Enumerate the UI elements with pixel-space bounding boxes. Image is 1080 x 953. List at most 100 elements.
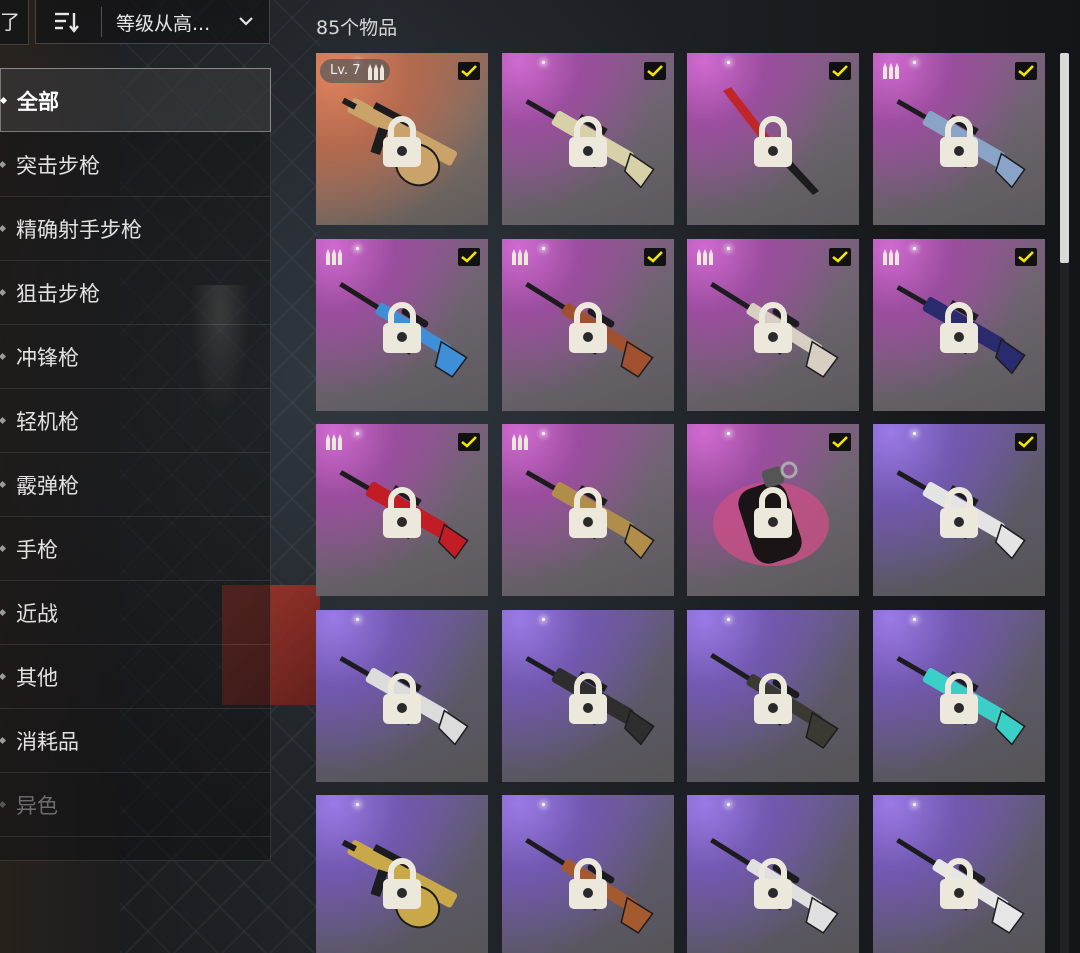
lock-icon bbox=[939, 116, 978, 167]
sparkle-icon bbox=[541, 61, 545, 64]
item-tile[interactable] bbox=[501, 795, 674, 953]
sidebar-item-4[interactable]: 冲锋枪 bbox=[0, 325, 271, 389]
bullet-icon bbox=[0, 480, 7, 489]
lock-icon bbox=[383, 858, 421, 909]
ammo-icon bbox=[882, 63, 899, 79]
sidebar-item-2[interactable]: 精确射手步枪 bbox=[0, 197, 271, 261]
sidebar-item-label: 手枪 bbox=[16, 538, 58, 562]
chevron-down-icon bbox=[239, 17, 253, 26]
item-tile[interactable] bbox=[316, 424, 488, 596]
checkmark-icon[interactable] bbox=[1014, 433, 1037, 451]
checkmark-glyph bbox=[646, 250, 663, 263]
lock-icon bbox=[939, 487, 978, 538]
checkmark-icon[interactable] bbox=[643, 62, 666, 80]
sparkle-icon bbox=[727, 432, 730, 435]
sort-descending-icon bbox=[55, 12, 79, 33]
sidebar-item-1[interactable]: 突击步枪 bbox=[0, 133, 271, 197]
checkmark-glyph bbox=[461, 436, 477, 448]
item-tile[interactable] bbox=[872, 609, 1045, 782]
filter-button[interactable]: 了 bbox=[0, 0, 29, 45]
sparkle-icon bbox=[541, 803, 545, 806]
ammo-icon bbox=[326, 248, 342, 265]
item-tile[interactable] bbox=[501, 424, 674, 596]
sparkle-icon bbox=[727, 246, 730, 250]
checkmark-glyph bbox=[646, 65, 663, 77]
sidebar-item-11[interactable]: 异色 bbox=[0, 773, 271, 837]
sparkle-icon bbox=[912, 61, 916, 64]
checkmark-icon[interactable] bbox=[1014, 247, 1037, 266]
item-tile[interactable] bbox=[316, 238, 488, 411]
sidebar-item-6[interactable]: 霰弹枪 bbox=[0, 453, 271, 517]
item-tile[interactable] bbox=[872, 53, 1045, 225]
item-tile[interactable] bbox=[872, 238, 1045, 411]
checkmark-glyph bbox=[832, 250, 848, 263]
lock-icon bbox=[383, 301, 421, 353]
sort-label: 等级从高... bbox=[116, 13, 211, 35]
checkmark-icon[interactable] bbox=[1014, 62, 1037, 80]
item-tile[interactable] bbox=[316, 609, 488, 782]
item-grid: Lv. 7 bbox=[316, 53, 1046, 953]
sidebar-item-9[interactable]: 其他 bbox=[0, 645, 271, 709]
sparkle-icon bbox=[541, 617, 545, 621]
item-tile[interactable] bbox=[501, 609, 674, 782]
checkmark-icon[interactable] bbox=[458, 62, 480, 80]
sidebar-item-5[interactable]: 轻机枪 bbox=[0, 389, 271, 453]
bullet-icon bbox=[0, 96, 8, 105]
level-badge: Lv. 7 bbox=[320, 59, 391, 83]
item-tile[interactable]: Lv. 7 bbox=[316, 53, 488, 225]
sidebar-item-label: 狙击步枪 bbox=[16, 282, 100, 306]
item-tile[interactable] bbox=[687, 795, 859, 953]
item-tile[interactable] bbox=[872, 424, 1045, 596]
sparkle-icon bbox=[356, 617, 359, 621]
sparkle-icon bbox=[727, 61, 730, 64]
checkmark-glyph bbox=[1017, 65, 1034, 77]
bullet-icon bbox=[0, 608, 7, 617]
bullet-icon bbox=[0, 672, 7, 681]
scrollbar-thumb[interactable] bbox=[1060, 53, 1069, 263]
checkmark-icon[interactable] bbox=[458, 247, 480, 266]
lock-icon bbox=[568, 116, 607, 167]
checkmark-icon[interactable] bbox=[829, 247, 851, 266]
item-tile[interactable] bbox=[316, 795, 488, 953]
sparkle-icon bbox=[912, 803, 916, 806]
item-tile[interactable] bbox=[501, 53, 674, 225]
item-tile[interactable] bbox=[687, 424, 859, 596]
sparkle-icon bbox=[356, 803, 359, 806]
sidebar-item-label: 突击步枪 bbox=[16, 154, 100, 178]
sidebar-item-0[interactable]: 全部 bbox=[0, 68, 271, 132]
sparkle-icon bbox=[541, 432, 545, 435]
sidebar-item-3[interactable]: 狙击步枪 bbox=[0, 261, 271, 325]
item-count: 85个物品 bbox=[316, 17, 398, 39]
checkmark-icon[interactable] bbox=[829, 433, 851, 451]
item-tile[interactable] bbox=[872, 795, 1045, 953]
ammo-icon bbox=[511, 434, 528, 450]
item-tile[interactable] bbox=[687, 53, 859, 225]
item-tile[interactable] bbox=[501, 238, 674, 411]
bullet-icon bbox=[0, 160, 7, 169]
checkmark-icon[interactable] bbox=[458, 433, 480, 451]
sidebar-item-10[interactable]: 消耗品 bbox=[0, 709, 271, 773]
lock-icon bbox=[754, 116, 792, 167]
sidebar-item-8[interactable]: 近战 bbox=[0, 581, 271, 645]
sidebar-item-label: 冲锋枪 bbox=[16, 346, 79, 370]
lock-icon bbox=[754, 487, 792, 538]
item-tile[interactable] bbox=[687, 609, 859, 782]
checkmark-glyph bbox=[1017, 250, 1034, 263]
bullet-icon bbox=[0, 800, 7, 809]
sort-dropdown[interactable]: 等级从高... bbox=[35, 0, 270, 44]
checkmark-icon[interactable] bbox=[829, 62, 851, 80]
checkmark-icon[interactable] bbox=[643, 247, 666, 266]
item-tile[interactable] bbox=[687, 238, 859, 411]
sidebar-item-7[interactable]: 手枪 bbox=[0, 517, 271, 581]
bullet-icon bbox=[0, 288, 7, 297]
sidebar-item-label: 全部 bbox=[17, 90, 59, 114]
ammo-icon bbox=[697, 248, 713, 265]
bullet-icon bbox=[0, 352, 7, 361]
sparkle-icon bbox=[356, 246, 359, 250]
ammo-icon bbox=[326, 434, 342, 450]
lock-icon bbox=[754, 301, 792, 353]
checkmark-glyph bbox=[461, 250, 477, 263]
bullet-icon bbox=[0, 416, 7, 425]
lock-icon bbox=[939, 301, 978, 353]
ammo-icon bbox=[882, 248, 899, 265]
